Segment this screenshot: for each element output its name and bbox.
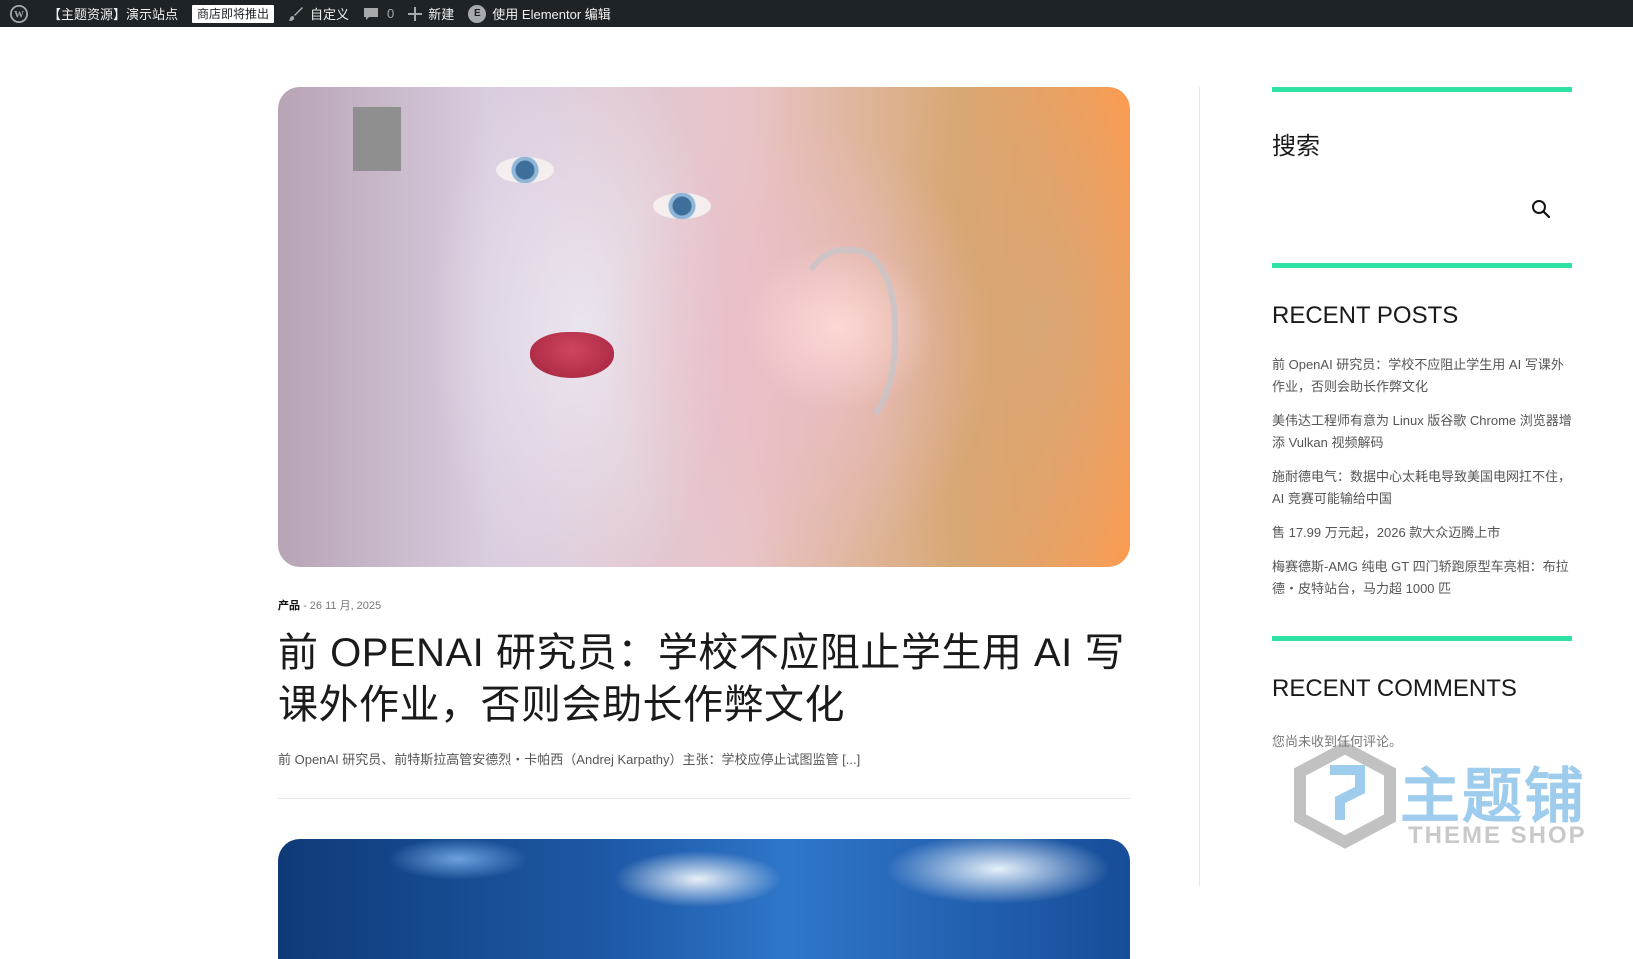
earring-shape [788, 247, 898, 437]
post-title-link[interactable]: 前 OPENAI 研究员：学校不应阻止学生用 AI 写课外作业，否则会助长作弊文… [278, 627, 1130, 731]
theme-shop-logo-icon [1294, 741, 1396, 849]
recent-comments-widget-bar [1272, 636, 1572, 641]
search-icon[interactable] [1530, 198, 1552, 220]
featured-image[interactable] [278, 87, 1130, 567]
post-meta: 产品 - 26 11 月, 2025 [278, 597, 1130, 613]
theme-shop-watermark: 主题铺 THEME SHOP [1290, 740, 1620, 860]
lips-shape [530, 332, 614, 378]
left-eye-shape [496, 157, 554, 183]
wordpress-logo-button[interactable]: W [10, 0, 34, 27]
new-content-link[interactable]: 新建 [408, 0, 454, 27]
customize-link[interactable]: 自定义 [288, 0, 349, 27]
post-date: 26 11 月, 2025 [309, 600, 382, 612]
post-divider [278, 798, 1130, 799]
recent-post-link[interactable]: 前 OpenAI 研究员：学校不应阻止学生用 AI 写课外作业，否则会助长作弊文… [1272, 354, 1572, 398]
main-content: 产品 - 26 11 月, 2025 前 OPENAI 研究员：学校不应阻止学生… [278, 87, 1130, 959]
wordpress-icon: W [10, 4, 28, 23]
customize-label: 自定义 [310, 7, 350, 22]
recent-comments-title: RECENT COMMENTS [1272, 675, 1517, 702]
brush-icon [288, 6, 304, 22]
column-divider [1199, 87, 1200, 887]
recent-posts-title: RECENT POSTS [1272, 302, 1459, 329]
store-coming-soon-badge[interactable]: 商店即将推出 [192, 0, 275, 27]
post-excerpt: 前 OpenAI 研究员、前特斯拉高管安德烈・卡帕西（Andrej Karpat… [278, 752, 861, 767]
elementor-icon: E [468, 4, 487, 23]
plus-icon [408, 6, 423, 21]
svg-text:W: W [14, 9, 24, 20]
placeholder-block [353, 107, 401, 171]
new-label: 新建 [428, 7, 455, 22]
admin-bar: W 【主题资源】演示站点 商店即将推出 自定义 0 新建 E 使用 Elemen… [0, 0, 1633, 27]
next-post-image[interactable] [278, 839, 1130, 959]
recent-post-link[interactable]: 梅赛德斯-AMG 纯电 GT 四门轿跑原型车亮相：布拉德・皮特站台，马力超 10… [1272, 556, 1572, 600]
store-badge-label: 商店即将推出 [192, 4, 275, 23]
site-name-link[interactable]: 【主题资源】演示站点 [48, 0, 178, 27]
search-widget-bar [1272, 87, 1572, 92]
sidebar: 搜索 RECENT POSTS 前 OpenAI 研究员：学校不应阻止学生用 A… [1272, 87, 1572, 750]
watermark-en: THEME SHOP [1408, 822, 1587, 849]
comments-link[interactable]: 0 [363, 0, 394, 27]
meta-separator: - [303, 600, 310, 612]
right-eye-shape [653, 193, 711, 219]
recent-posts-list: 前 OpenAI 研究员：学校不应阻止学生用 AI 写课外作业，否则会助长作弊文… [1272, 354, 1572, 600]
comments-count: 0 [387, 6, 395, 21]
elementor-edit-link[interactable]: E 使用 Elementor 编辑 [468, 0, 611, 27]
search-input[interactable] [1272, 189, 1542, 229]
recent-post-link[interactable]: 施耐德电气：数据中心太耗电导致美国电网扛不住，AI 竞赛可能输给中国 [1272, 466, 1572, 510]
recent-posts-widget-bar [1272, 263, 1572, 268]
site-name-label: 【主题资源】演示站点 [48, 7, 179, 22]
comment-bubble-icon [363, 6, 379, 22]
recent-post-link[interactable]: 售 17.99 万元起，2026 款大众迈腾上市 [1272, 522, 1572, 544]
search-widget-title: 搜索 [1272, 133, 1320, 160]
search-form [1272, 189, 1572, 229]
post-category-link[interactable]: 产品 [278, 600, 300, 612]
recent-post-link[interactable]: 美伟达工程师有意为 Linux 版谷歌 Chrome 浏览器增添 Vulkan … [1272, 410, 1572, 454]
elementor-label: 使用 Elementor 编辑 [492, 7, 611, 22]
